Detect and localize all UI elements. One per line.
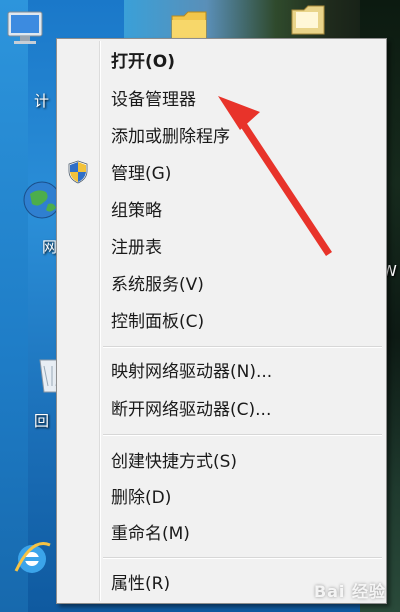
menu-item-manage[interactable]: 管理(G) [59, 156, 384, 186]
menu-item-control-panel[interactable]: 控制面板(C) [59, 304, 384, 334]
menu-separator [103, 557, 382, 559]
menu-item-label: 重命名(M) [111, 523, 190, 544]
menu-item-create-shortcut[interactable]: 创建快捷方式(S) [59, 444, 384, 474]
menu-item-rename[interactable]: 重命名(M) [59, 516, 384, 546]
menu-item-add-remove-programs[interactable]: 添加或删除程序 [59, 119, 384, 149]
internet-explorer-desktop-icon[interactable] [10, 535, 54, 579]
menu-item-label: 断开网络驱动器(C)... [111, 399, 272, 420]
computer-desktop-icon[interactable] [4, 8, 48, 52]
uac-shield-icon [67, 160, 89, 184]
menu-item-label: 注册表 [111, 237, 162, 258]
menu-item-delete[interactable]: 删除(D) [59, 480, 384, 510]
menu-item-label: 管理(G) [111, 163, 172, 184]
menu-separator [103, 434, 382, 436]
menu-item-open[interactable]: 打开(O) [59, 44, 384, 74]
menu-item-device-manager[interactable]: 设备管理器 [59, 82, 384, 112]
menu-item-label: 添加或删除程序 [111, 126, 230, 147]
recycle-bin-icon-label: 回 [34, 412, 50, 430]
menu-item-label: 系统服务(V) [111, 274, 204, 295]
menu-item-label: 创建快捷方式(S) [111, 451, 238, 472]
menu-item-label: 删除(D) [111, 487, 172, 508]
menu-item-label: 属性(R) [111, 573, 171, 594]
watermark: Bai 经验 [313, 582, 386, 601]
menu-item-group-policy[interactable]: 组策略 [59, 193, 384, 223]
menu-item-map-network-drive[interactable]: 映射网络驱动器(N)... [59, 354, 384, 384]
menu-item-registry[interactable]: 注册表 [59, 230, 384, 260]
menu-item-label: 组策略 [111, 200, 162, 221]
menu-item-disconnect-network-drive[interactable]: 断开网络驱动器(C)... [59, 392, 384, 422]
menu-item-label: 设备管理器 [111, 89, 196, 110]
context-menu: 打开(O) 设备管理器 添加或删除程序 管理(G) 组策略 注册表 系统服务(V… [56, 38, 387, 604]
computer-icon-label: 计 [34, 92, 50, 110]
menu-separator [103, 346, 382, 348]
menu-item-label: 映射网络驱动器(N)... [111, 361, 273, 382]
menu-item-label: 打开(O) [111, 51, 175, 72]
menu-item-label: 控制面板(C) [111, 311, 205, 332]
menu-item-system-services[interactable]: 系统服务(V) [59, 267, 384, 297]
network-icon-label: 网 [42, 238, 58, 256]
desktop-background [0, 0, 28, 612]
